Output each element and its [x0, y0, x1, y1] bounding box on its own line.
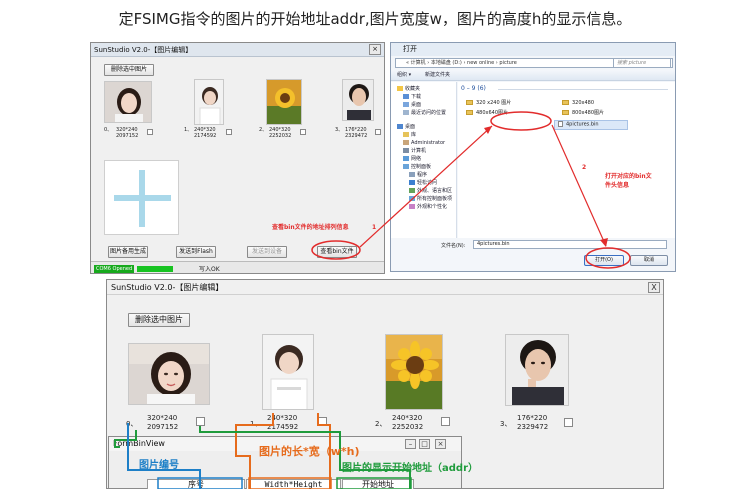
size-column-highlight [248, 477, 332, 489]
addr-annotation-line [114, 430, 137, 448]
annotation-index: 图片编号 [139, 460, 179, 471]
annotation-size: 图片的长*宽（w*h) [259, 445, 360, 458]
addr-column-highlight [336, 477, 412, 489]
bin-view-annotation-overlay [114, 413, 412, 489]
annotation-address: 图片的显示开始地址（addr） [342, 463, 478, 474]
